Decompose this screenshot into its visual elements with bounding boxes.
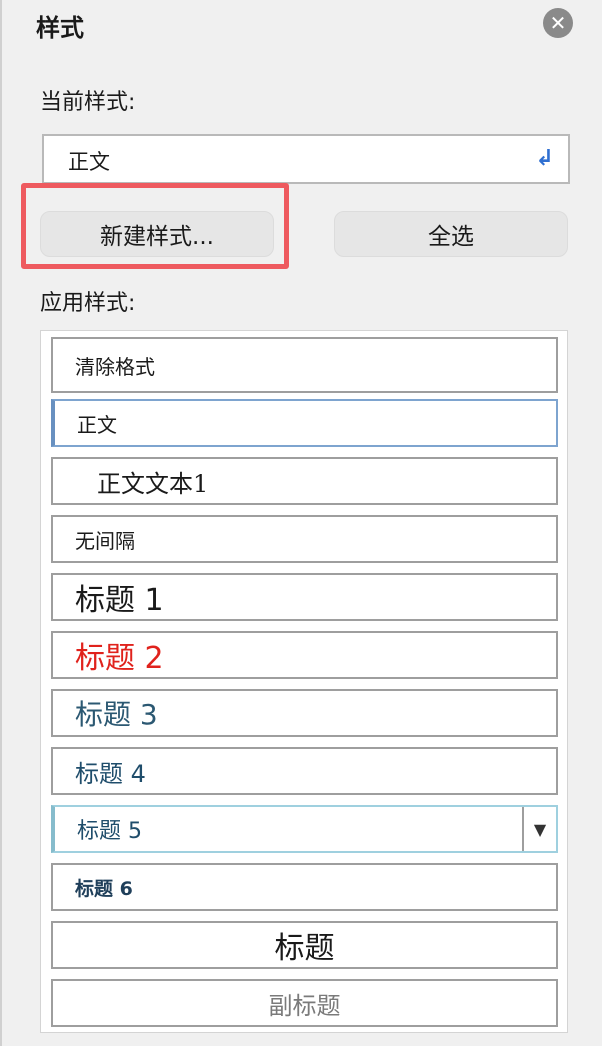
current-style-label: 当前样式:	[40, 90, 136, 115]
style-item-no-spacing[interactable]: 无间隔	[51, 515, 558, 563]
panel-title: 样式	[36, 14, 84, 42]
style-item-label: 无间隔	[75, 528, 135, 553]
style-item-label: 标题 4	[75, 759, 146, 788]
chevron-down-icon[interactable]: ▼	[522, 807, 556, 851]
highlight-box	[21, 183, 289, 269]
style-item-label: 副标题	[268, 991, 341, 1020]
style-item-label: 正文文本1	[97, 469, 209, 498]
style-item-title[interactable]: 标题	[51, 921, 558, 969]
style-list: 清除格式 正文 正文文本1 无间隔 标题 1 标题 2 标题 3 标题 4 标题…	[40, 330, 568, 1033]
close-icon[interactable]: ✕	[543, 8, 573, 38]
apply-style-label: 应用样式:	[40, 291, 136, 316]
style-item-body[interactable]: 正文	[51, 399, 558, 447]
select-all-button[interactable]: 全选	[334, 211, 568, 257]
style-item-label: 标题 6	[75, 877, 133, 900]
style-item-heading-1[interactable]: 标题 1	[51, 573, 558, 621]
style-item-heading-6[interactable]: 标题 6	[51, 863, 558, 911]
style-item-body-text-1[interactable]: 正文文本1	[51, 457, 558, 505]
style-item-label: 标题	[274, 931, 335, 966]
style-item-clear-formatting[interactable]: 清除格式	[51, 337, 558, 393]
style-item-label: 正文	[77, 412, 117, 437]
style-item-label: 清除格式	[75, 354, 155, 379]
style-item-label: 标题 5	[77, 819, 142, 844]
style-item-subtitle[interactable]: 副标题	[51, 979, 558, 1027]
styles-panel: 样式 ✕ 当前样式: 正文 ↲ 新建样式... 全选 应用样式: 清除格式 正文…	[0, 0, 602, 1046]
style-item-heading-4[interactable]: 标题 4	[51, 747, 558, 795]
style-item-heading-2[interactable]: 标题 2	[51, 631, 558, 679]
style-item-heading-5[interactable]: 标题 5 ▼	[51, 805, 558, 853]
current-style-value: 正文	[68, 150, 110, 174]
current-style-field[interactable]: 正文 ↲	[42, 134, 570, 184]
style-item-label: 标题 3	[75, 698, 158, 731]
pilcrow-icon: ↲	[535, 146, 554, 171]
style-item-heading-3[interactable]: 标题 3	[51, 689, 558, 737]
style-item-label: 标题 2	[75, 641, 164, 676]
style-item-label: 标题 1	[75, 583, 164, 618]
